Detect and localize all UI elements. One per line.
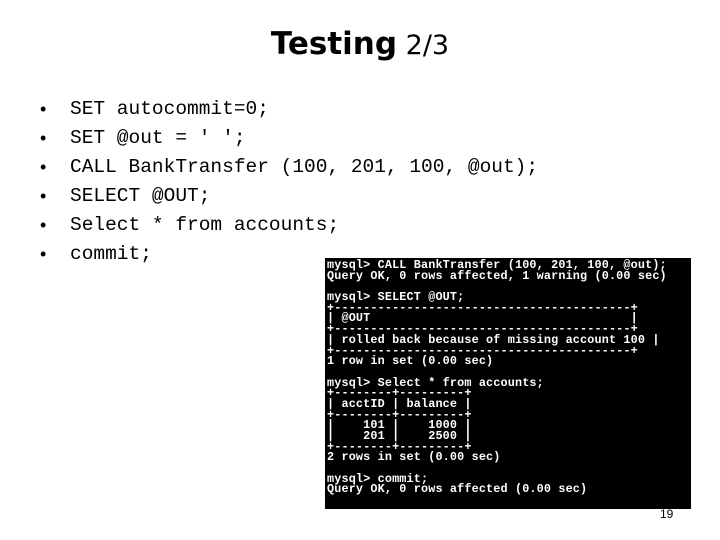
bullet-item: • SET @out = ' ';	[40, 124, 538, 153]
bullet-icon: •	[40, 186, 47, 206]
terminal-output: mysql> CALL BankTransfer (100, 201, 100,…	[327, 259, 691, 497]
bullet-text: SET autocommit=0;	[70, 98, 269, 120]
bullet-icon: •	[40, 99, 47, 119]
terminal-line: Query OK, 0 rows affected (0.00 sec)	[327, 482, 588, 497]
bullet-text: CALL BankTransfer (100, 201, 100, @out);	[70, 156, 539, 178]
terminal-line: 2 rows in set (0.00 sec)	[327, 450, 501, 465]
slide-title-main: Testing	[270, 26, 398, 62]
page-number: 19	[660, 507, 674, 521]
bullet-item: • SET autocommit=0;	[40, 95, 538, 124]
bullet-icon: •	[40, 157, 47, 177]
bullet-list: • SET autocommit=0; • SET @out = ' '; • CAL…	[40, 95, 538, 269]
bullet-text: SET @out = ' ';	[70, 127, 246, 149]
terminal-line: 1 row in set (0.00 sec)	[327, 354, 494, 369]
bullet-text: SELECT @OUT;	[70, 185, 211, 207]
bullet-icon: •	[40, 128, 47, 148]
bullet-text: Select * from accounts;	[70, 214, 340, 236]
bullet-item: • CALL BankTransfer (100, 201, 100, @out)…	[40, 153, 538, 182]
slide-title: Testing 2/3	[0, 22, 720, 68]
terminal-screenshot: mysql> CALL BankTransfer (100, 201, 100,…	[325, 258, 691, 509]
bullet-icon: •	[40, 215, 47, 235]
terminal-line: Query OK, 0 rows affected, 1 warning (0.…	[327, 268, 667, 283]
slide-title-sub: 2/3	[397, 30, 450, 61]
bullet-item: • Select * from accounts;	[40, 211, 538, 240]
bullet-item: • SELECT @OUT;	[40, 182, 538, 211]
bullet-text: commit;	[70, 243, 152, 265]
bullet-icon: •	[40, 244, 47, 264]
